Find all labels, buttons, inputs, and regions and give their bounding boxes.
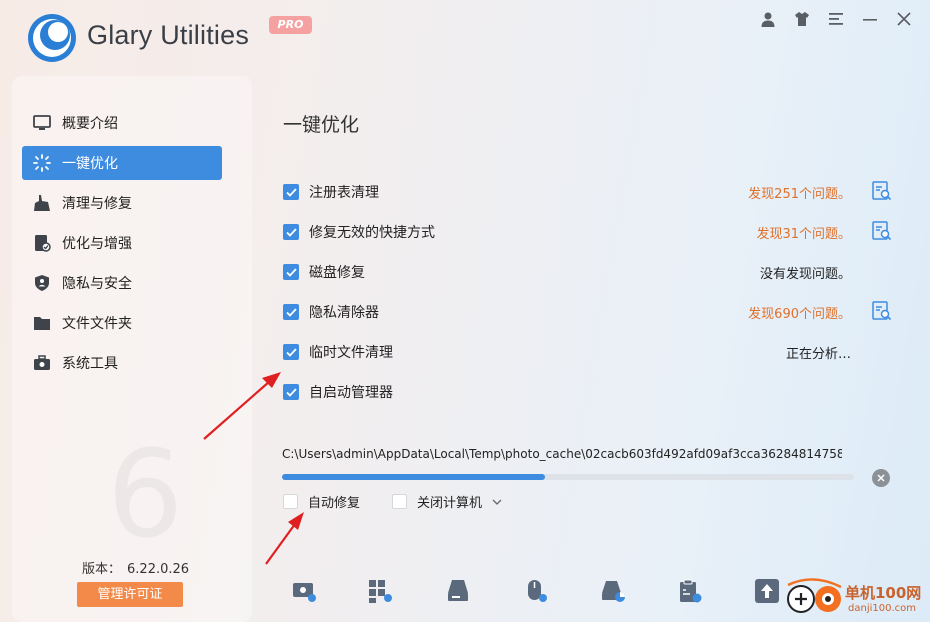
task-row-startup-manager: 自启动管理器 bbox=[283, 372, 893, 412]
sidebar-item-system-tools[interactable]: 系统工具 bbox=[22, 346, 222, 380]
manage-license-button[interactable]: 管理许可证 bbox=[77, 582, 183, 607]
toolbox-icon bbox=[32, 353, 52, 373]
task-checkbox[interactable] bbox=[283, 304, 299, 320]
mouse-icon[interactable] bbox=[522, 577, 550, 605]
task-label: 注册表清理 bbox=[309, 185, 379, 201]
scan-path: C:\Users\admin\AppData\Local\Temp\photo_… bbox=[282, 447, 842, 461]
sidebar-nav: 概要介绍 一键优化 清理与修复 优化与增强 隐私与安全 文件文件夹 系统工具 bbox=[22, 106, 222, 386]
task-label: 自启动管理器 bbox=[309, 385, 393, 401]
sidebar-item-one-click[interactable]: 一键优化 bbox=[22, 146, 222, 180]
menu-icon[interactable] bbox=[826, 8, 846, 30]
corner-site-url: danji100.com bbox=[848, 603, 916, 614]
shutdown-checkbox[interactable] bbox=[392, 494, 407, 509]
close-icon[interactable] bbox=[894, 8, 914, 30]
task-list: 注册表清理 发现251个问题。 修复无效的快捷方式 发现31个问题。 磁盘修复 … bbox=[283, 172, 893, 412]
shutdown-label: 关闭计算机 bbox=[417, 496, 483, 511]
apps-icon[interactable] bbox=[366, 577, 394, 605]
folder-icon bbox=[32, 313, 52, 333]
broom-icon bbox=[32, 193, 52, 213]
version-watermark: 6 bbox=[107, 426, 184, 565]
corner-logo bbox=[783, 575, 845, 615]
task-row-privacy-cleaner: 隐私清除器 发现690个问题。 bbox=[283, 292, 893, 332]
task-checkbox[interactable] bbox=[283, 184, 299, 200]
upload-icon[interactable] bbox=[753, 577, 781, 605]
sidebar-item-label: 清理与修复 bbox=[62, 196, 132, 212]
scan-progress-bar bbox=[282, 474, 854, 480]
auto-repair-checkbox[interactable] bbox=[283, 494, 298, 509]
task-label: 隐私清除器 bbox=[309, 305, 379, 321]
details-icon[interactable] bbox=[871, 180, 893, 202]
task-status: 发现31个问题。 bbox=[756, 226, 851, 242]
clipboard-settings-icon[interactable] bbox=[676, 577, 704, 605]
task-status: 发现251个问题。 bbox=[748, 186, 851, 202]
task-row-registry: 注册表清理 发现251个问题。 bbox=[283, 172, 893, 212]
shutdown-option[interactable]: 关闭计算机 bbox=[392, 492, 502, 511]
window-controls bbox=[758, 8, 914, 30]
pro-badge: PRO bbox=[269, 16, 312, 34]
version-number: 6.22.0.26 bbox=[127, 562, 190, 577]
task-label: 临时文件清理 bbox=[309, 345, 393, 361]
disk-cleanup-icon[interactable] bbox=[290, 577, 318, 605]
task-status: 发现690个问题。 bbox=[748, 306, 851, 322]
task-row-shortcuts: 修复无效的快捷方式 发现31个问题。 bbox=[283, 212, 893, 252]
page-title: 一键优化 bbox=[283, 114, 360, 136]
scan-progress-fill bbox=[282, 474, 546, 480]
tune-icon bbox=[32, 233, 52, 253]
minimize-icon[interactable] bbox=[860, 8, 880, 30]
sidebar: 6 概要介绍 一键优化 清理与修复 优化与增强 隐私与安全 文件文件夹 系统工具… bbox=[12, 76, 252, 622]
sparkle-icon bbox=[32, 153, 52, 173]
sidebar-item-privacy[interactable]: 隐私与安全 bbox=[22, 266, 222, 300]
sidebar-item-label: 文件文件夹 bbox=[62, 316, 132, 332]
task-checkbox[interactable] bbox=[283, 264, 299, 280]
logo-icon bbox=[787, 578, 842, 613]
details-icon[interactable] bbox=[871, 220, 893, 242]
corner-site-name: 单机100网 bbox=[845, 584, 922, 602]
user-icon[interactable] bbox=[758, 8, 778, 30]
shield-icon bbox=[32, 273, 52, 293]
task-status: 没有发现问题。 bbox=[759, 266, 851, 282]
task-checkbox[interactable] bbox=[283, 384, 299, 400]
sidebar-item-clean-repair[interactable]: 清理与修复 bbox=[22, 186, 222, 220]
sidebar-item-label: 优化与增强 bbox=[62, 236, 132, 252]
chevron-down-icon[interactable] bbox=[492, 499, 502, 505]
auto-repair-option[interactable]: 自动修复 bbox=[283, 492, 360, 511]
version-label: 版本： bbox=[82, 562, 122, 577]
task-row-temp-files: 临时文件清理 正在分析… bbox=[283, 332, 893, 372]
sidebar-item-optimize[interactable]: 优化与增强 bbox=[22, 226, 222, 260]
task-status: 正在分析… bbox=[785, 346, 851, 362]
sidebar-item-files[interactable]: 文件文件夹 bbox=[22, 306, 222, 340]
details-icon[interactable] bbox=[871, 300, 893, 322]
sidebar-item-label: 系统工具 bbox=[62, 356, 118, 372]
app-window: Glary Utilities PRO 6 概要介绍 一键优化 清理与修复 优化… bbox=[0, 0, 930, 622]
sidebar-item-label: 一键优化 bbox=[62, 156, 118, 172]
task-checkbox[interactable] bbox=[283, 344, 299, 360]
sidebar-item-overview[interactable]: 概要介绍 bbox=[22, 106, 222, 140]
disk-analysis-icon[interactable] bbox=[599, 577, 627, 605]
auto-repair-label: 自动修复 bbox=[308, 496, 361, 511]
sidebar-item-label: 概要介绍 bbox=[62, 116, 118, 132]
drive-icon[interactable] bbox=[444, 577, 472, 605]
shirt-icon[interactable] bbox=[792, 8, 812, 30]
app-logo-icon bbox=[28, 14, 76, 62]
task-label: 修复无效的快捷方式 bbox=[309, 225, 435, 241]
task-row-disk-repair: 磁盘修复 没有发现问题。 bbox=[283, 252, 893, 292]
task-label: 磁盘修复 bbox=[309, 265, 365, 281]
monitor-icon bbox=[32, 113, 52, 133]
task-checkbox[interactable] bbox=[283, 224, 299, 240]
sidebar-item-label: 隐私与安全 bbox=[62, 276, 132, 292]
version-info: 版本： 6.22.0.26 bbox=[82, 558, 195, 577]
close-icon bbox=[877, 474, 885, 482]
stop-scan-button[interactable] bbox=[872, 469, 890, 487]
app-title: Glary Utilities bbox=[87, 20, 250, 50]
